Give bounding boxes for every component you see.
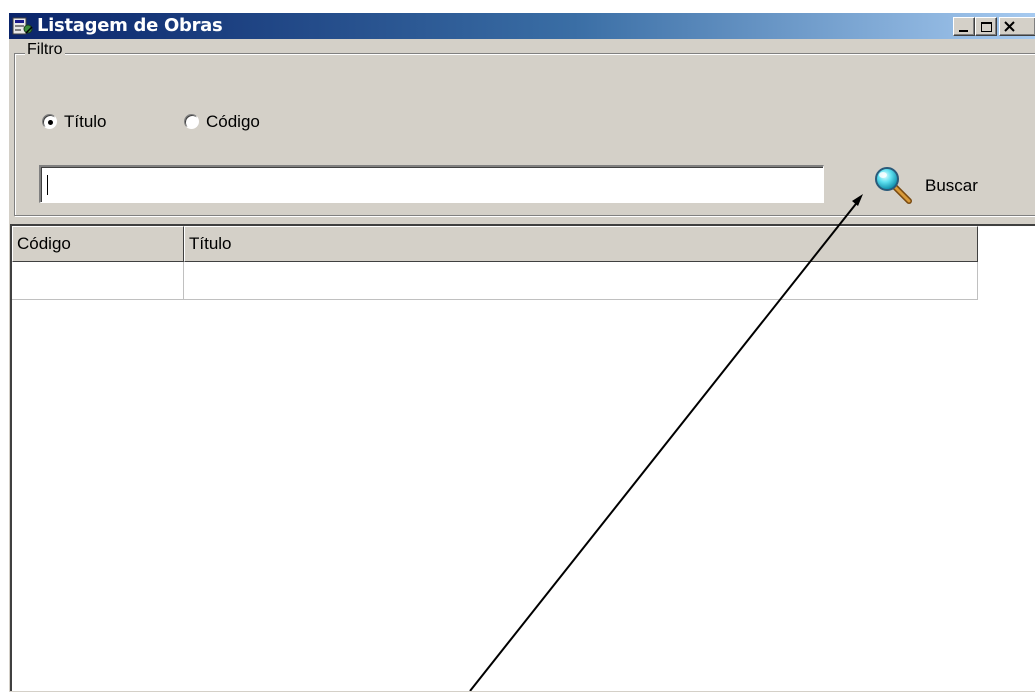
- column-header-codigo[interactable]: Código: [12, 226, 184, 262]
- grid-header: Código Título: [12, 226, 978, 262]
- minimize-icon: [959, 30, 968, 32]
- radio-titulo-label[interactable]: Título: [64, 112, 107, 132]
- window-title: Listagem de Obras: [37, 15, 223, 36]
- minimize-button[interactable]: [953, 17, 975, 36]
- buscar-button[interactable]: Buscar: [871, 163, 1011, 207]
- close-button[interactable]: [999, 17, 1035, 36]
- table-row[interactable]: [12, 262, 978, 300]
- title-bar[interactable]: Listagem de Obras: [9, 13, 1035, 39]
- close-icon: [1004, 21, 1015, 32]
- column-header-titulo[interactable]: Título: [184, 226, 978, 262]
- magnifier-icon: [875, 167, 912, 204]
- radio-codigo-label[interactable]: Código: [206, 112, 260, 132]
- radio-circle[interactable]: [42, 114, 57, 129]
- app-icon[interactable]: [12, 17, 34, 35]
- cell-codigo[interactable]: [12, 262, 184, 300]
- buscar-button-label: Buscar: [925, 176, 978, 195]
- maximize-icon: [981, 22, 992, 32]
- maximize-button[interactable]: [975, 17, 997, 36]
- results-grid[interactable]: Código Título: [10, 224, 1035, 691]
- radio-selected-dot: [48, 120, 53, 125]
- search-input[interactable]: [39, 165, 824, 203]
- filter-group-label: Filtro: [25, 41, 65, 59]
- radio-circle[interactable]: [184, 114, 199, 129]
- text-caret: [47, 175, 48, 195]
- cell-titulo[interactable]: [184, 262, 978, 300]
